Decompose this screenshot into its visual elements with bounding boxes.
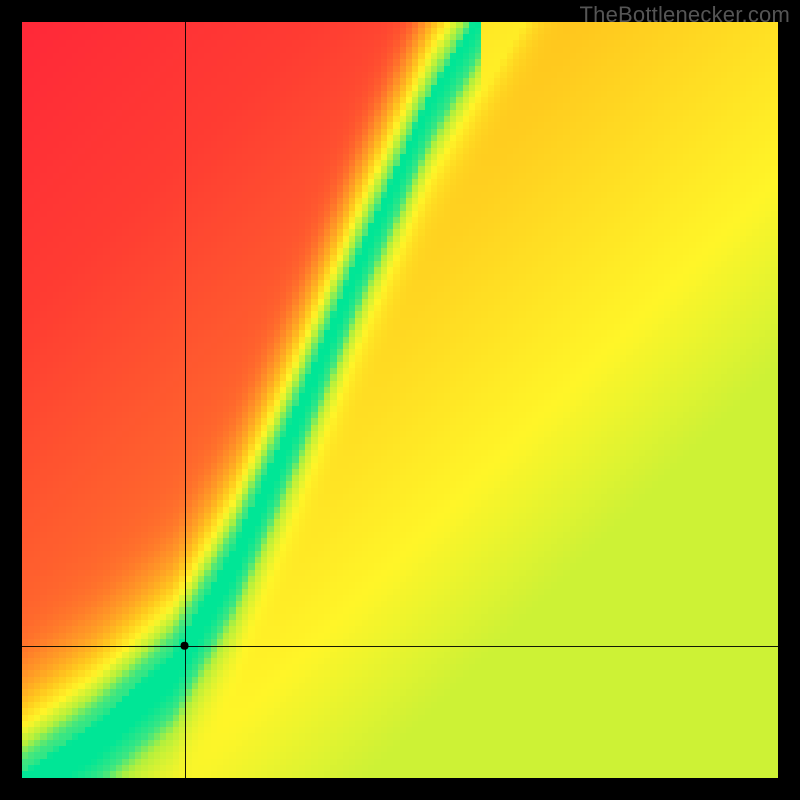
chart-frame: TheBottlenecker.com bbox=[0, 0, 800, 800]
bottleneck-heatmap bbox=[22, 22, 778, 778]
watermark-text: TheBottlenecker.com bbox=[580, 2, 790, 28]
